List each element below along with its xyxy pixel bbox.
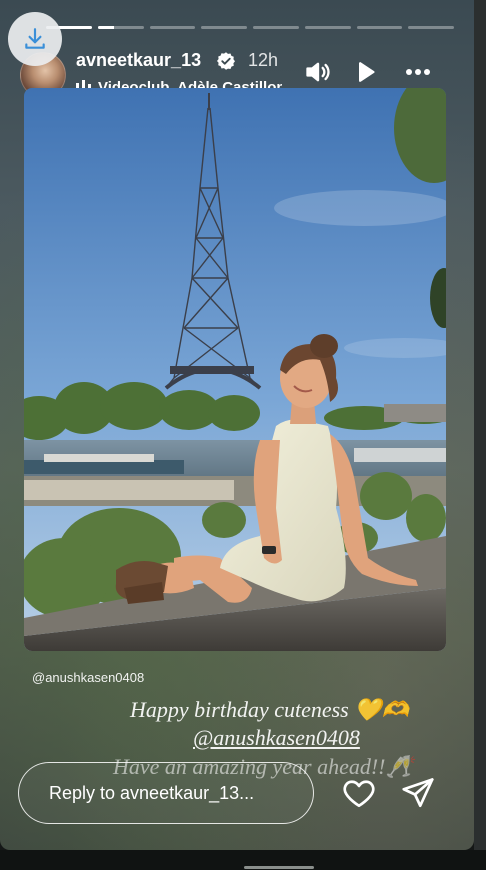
send-icon[interactable] — [400, 775, 436, 811]
caption-line-1: Happy birthday cuteness 💛🫶 — [130, 697, 410, 722]
progress-segment — [201, 26, 247, 29]
reply-input[interactable]: Reply to avneetkaur_13... — [18, 762, 314, 824]
progress-segment — [356, 26, 403, 29]
mention-sticker[interactable]: @anushkasen0408 — [32, 670, 144, 685]
story-viewer: avneetkaur_13 12h Videoclub, Adèle Casti… — [0, 0, 486, 870]
reply-placeholder: Reply to avneetkaur_13... — [49, 782, 255, 803]
story-progress — [46, 26, 454, 29]
heart-icon[interactable] — [341, 775, 377, 811]
side-gutter — [474, 0, 486, 870]
verified-badge-icon — [217, 52, 235, 70]
bottom-gutter — [0, 850, 486, 870]
play-icon[interactable] — [352, 58, 380, 86]
progress-segment — [149, 26, 196, 29]
progress-fill — [97, 26, 114, 29]
progress-segment — [253, 26, 299, 29]
author-username[interactable]: avneetkaur_13 — [76, 50, 201, 71]
progress-segment — [97, 26, 144, 29]
story-photo — [24, 88, 446, 651]
more-icon[interactable] — [404, 58, 432, 86]
story-card: avneetkaur_13 12h Videoclub, Adèle Casti… — [0, 0, 474, 850]
download-button[interactable] — [8, 12, 62, 66]
home-indicator — [244, 866, 314, 869]
progress-segment — [304, 26, 351, 29]
caption-mention-link[interactable]: @anushkasen0408 — [193, 725, 474, 751]
speaker-icon[interactable] — [304, 58, 332, 86]
download-icon — [25, 28, 45, 49]
post-time: 12h — [248, 50, 279, 70]
progress-segment — [408, 26, 454, 29]
